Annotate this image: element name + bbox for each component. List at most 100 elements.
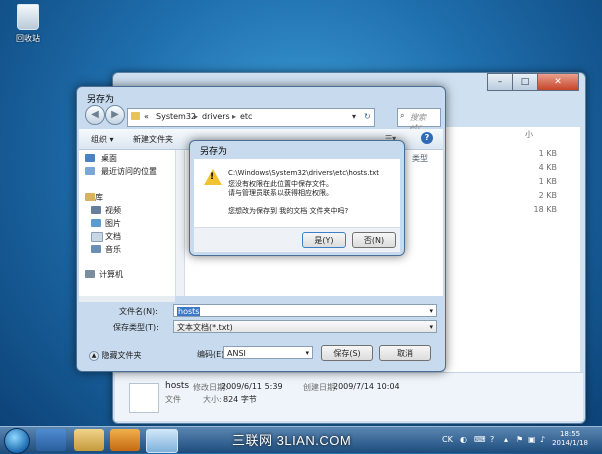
language-indicator[interactable]: CK: [442, 435, 453, 444]
trash-icon: [17, 4, 39, 30]
file-size: 1 KB: [538, 177, 557, 186]
help-icon[interactable]: ?: [421, 132, 433, 144]
chevron-down-icon[interactable]: ▾: [352, 112, 356, 121]
forward-button[interactable]: ▶: [105, 105, 125, 125]
explorer-icon[interactable]: [74, 429, 104, 451]
chevron-down-icon[interactable]: ▾: [429, 321, 433, 334]
ie-icon[interactable]: [36, 429, 66, 451]
horizontal-scrollbar[interactable]: [79, 296, 175, 302]
breadcrumb-overflow[interactable]: «: [144, 112, 149, 121]
breadcrumb-etc[interactable]: etc: [240, 112, 252, 121]
tray-expand-icon[interactable]: ▴: [504, 435, 508, 444]
file-size: 4 KB: [538, 163, 557, 172]
filename-input[interactable]: hosts ▾: [173, 304, 437, 317]
media-player-icon[interactable]: [110, 429, 140, 451]
nav-item-pictures[interactable]: 图片: [105, 218, 121, 229]
library-icon: [85, 193, 95, 201]
nav-item-recent[interactable]: 最近访问的位置: [101, 166, 157, 177]
hide-folders-label: 隐藏文件夹: [101, 351, 142, 360]
close-button[interactable]: ✕: [537, 73, 579, 91]
dialog-title: 另存为: [87, 95, 115, 105]
alert-path: C:\Windows\System32\drivers\etc\hosts.tx…: [228, 169, 380, 177]
hide-folders-toggle[interactable]: ▲ 隐藏文件夹: [89, 350, 142, 361]
breadcrumb-drivers[interactable]: drivers: [202, 112, 230, 121]
notepad-icon[interactable]: [146, 429, 178, 453]
clock-time: 18:55: [559, 430, 581, 438]
chevron-down-icon[interactable]: ▾: [305, 347, 309, 360]
savetype-select[interactable]: 文本文档(*.txt) ▾: [173, 320, 437, 333]
search-input[interactable]: ⌕ 搜索 etc: [397, 108, 441, 132]
recent-places-icon: [85, 167, 95, 175]
video-icon: [91, 206, 101, 214]
alert-footer: 是(Y) 否(N): [194, 227, 400, 252]
nav-item-computer[interactable]: 计算机: [99, 269, 123, 280]
permission-alert-dialog[interactable]: 另存为 ! C:\Windows\System32\drivers\etc\ho…: [189, 140, 405, 256]
vertical-scrollbar[interactable]: [176, 150, 185, 296]
music-icon: [91, 245, 101, 253]
desktop-icon: [85, 154, 95, 162]
search-icon: ⌕: [400, 111, 405, 120]
pictures-icon: [91, 219, 101, 227]
cancel-button[interactable]: 取消: [379, 345, 431, 361]
breadcrumb-system32[interactable]: System32: [156, 112, 196, 121]
nav-item-videos[interactable]: 视频: [105, 205, 121, 216]
maximize-button[interactable]: □: [512, 73, 538, 91]
navigation-pane: 桌面 最近访问的位置 库 视频 图片 文档 音乐 计算机: [79, 150, 176, 296]
file-size: 1 KB: [538, 149, 557, 158]
recycle-bin-icon[interactable]: 回收站: [6, 4, 50, 44]
help-tray-icon[interactable]: ?: [490, 435, 494, 444]
ime-icon[interactable]: ◐: [460, 435, 467, 444]
size-column-header[interactable]: 小: [525, 129, 533, 140]
save-button[interactable]: 保存(S): [321, 345, 373, 361]
detail-filename: hosts: [165, 381, 190, 391]
file-size: 18 KB: [533, 205, 557, 214]
detail-filetype: 文件: [165, 395, 181, 404]
alert-question: 您想改为保存到 我的文档 文件夹中吗?: [228, 207, 349, 215]
detail-size-label: 大小:: [203, 395, 222, 404]
address-bar[interactable]: « System32 ▸ drivers ▸ etc ▾ ↻: [127, 108, 375, 127]
watermark-text: 三联网 3LIAN.COM: [232, 433, 352, 448]
nav-item-music[interactable]: 音乐: [105, 244, 121, 255]
savetype-value: 文本文档(*.txt): [177, 323, 233, 332]
file-icon: [129, 383, 159, 413]
detail-size-value: 824 字节: [223, 395, 257, 404]
alert-title: 另存为: [200, 147, 228, 157]
back-button[interactable]: ◀: [85, 105, 105, 125]
documents-icon: [91, 232, 103, 242]
type-column-header[interactable]: 类型: [412, 153, 428, 164]
chevron-up-icon: ▲: [89, 350, 99, 361]
folder-icon: [131, 112, 140, 120]
computer-icon: [85, 270, 95, 278]
clock-date: 2014/1/18: [552, 439, 588, 447]
start-button[interactable]: [4, 428, 30, 454]
window-controls: – □ ✕: [487, 73, 579, 91]
details-pane: hosts 修改日期: 2009/6/11 5:39 创建日期: 2009/7/…: [115, 372, 583, 421]
volume-icon[interactable]: ♪: [540, 435, 545, 444]
organize-button[interactable]: 组织 ▾: [91, 134, 114, 145]
refresh-icon[interactable]: ↻: [364, 112, 371, 121]
network-icon[interactable]: ▣: [528, 435, 536, 444]
encoding-value: ANSI: [227, 349, 246, 358]
nav-item-documents[interactable]: 文档: [105, 231, 121, 242]
file-size: 2 KB: [538, 191, 557, 200]
filename-value: hosts: [177, 307, 201, 316]
taskbar: 三联网 3LIAN.COM CK ◐ ⌨ ? ▴ ⚑ ▣ ♪ 18:55 201…: [0, 426, 602, 454]
keyboard-icon[interactable]: ⌨: [474, 435, 486, 444]
yes-button[interactable]: 是(Y): [302, 232, 346, 248]
detail-modified-value: 2009/6/11 5:39: [221, 382, 283, 391]
filename-label: 文件名(N):: [119, 307, 158, 316]
new-folder-button[interactable]: 新建文件夹: [133, 134, 173, 145]
clock[interactable]: 18:55 2014/1/18: [552, 430, 588, 448]
encoding-select[interactable]: ANSI ▾: [223, 346, 313, 359]
minimize-button[interactable]: –: [487, 73, 513, 91]
alert-body: ! C:\Windows\System32\drivers\etc\hosts.…: [194, 159, 400, 227]
nav-item-desktop[interactable]: 桌面: [101, 153, 117, 164]
alert-line2: 请与管理员联系以获得相应权限。: [228, 189, 333, 197]
recycle-bin-label: 回收站: [16, 34, 40, 43]
warning-icon: !: [204, 169, 222, 185]
flag-icon[interactable]: ⚑: [516, 435, 523, 444]
savetype-label: 保存类型(T):: [113, 323, 159, 332]
no-button[interactable]: 否(N): [352, 232, 396, 248]
chevron-down-icon[interactable]: ▾: [429, 305, 433, 318]
nav-item-library[interactable]: 库: [95, 192, 103, 203]
